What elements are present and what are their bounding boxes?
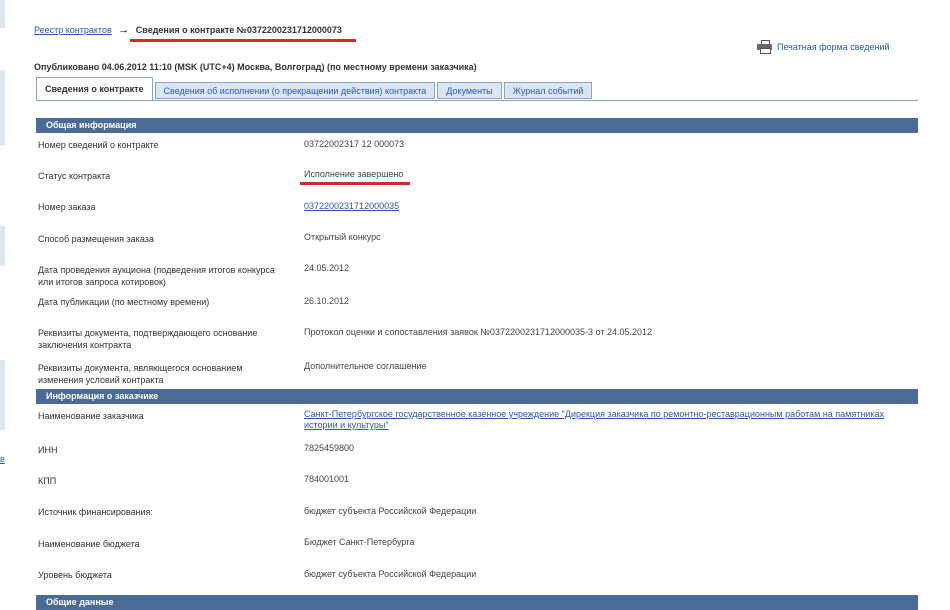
sidebar-cut-link[interactable]: в [0, 454, 5, 464]
highlight-underline-title [130, 39, 356, 42]
field-label-contract-number: Номер сведений о контракте [38, 140, 159, 150]
field-label-kpp: КПП [38, 476, 57, 486]
sidebar-block [0, 226, 5, 266]
field-label-change-document: Реквизиты документа, являющегося основан… [38, 363, 243, 385]
field-label-contract-status: Статус контракта [38, 171, 111, 181]
section-header-customer: Информация о заказчике [36, 389, 918, 404]
field-value-budget-level: бюджет субъекта Российской Федерации [304, 569, 477, 579]
field-value-inn: 7825459800 [304, 443, 355, 453]
field-value-auction-date: 24.05.2012 [304, 263, 350, 273]
order-number-link[interactable]: 0372200231712000035 [304, 201, 399, 211]
field-value-contract-number: 03722002317 12 000073 [304, 139, 405, 149]
field-label-budget-level: Уровень бюджета [38, 570, 112, 580]
field-label-placement-method: Способ размещения заказа [38, 234, 154, 244]
field-value-placement-method: Открытый конкурс [304, 232, 381, 242]
field-label-basis-document: Реквизиты документа, подтверждающего осн… [38, 328, 258, 350]
field-label-customer-name: Наименование заказчика [38, 411, 144, 421]
field-value-publication-date: 26.10.2012 [304, 296, 350, 306]
field-value-customer-name: Санкт-Петербургское государственное казе… [304, 409, 904, 431]
field-value-contract-status: Исполнение завершено [304, 169, 404, 179]
page-title: Сведения о контракте №037220023171200007… [135, 25, 342, 35]
left-sidebar-edge [0, 0, 5, 610]
field-label-order-number: Номер заказа [38, 202, 96, 212]
highlight-underline-status [300, 182, 410, 185]
customer-name-link[interactable]: Санкт-Петербургское государственное казе… [304, 409, 884, 430]
sidebar-block [0, 0, 5, 28]
field-value-funding-source: бюджет субъекта Российской Федерации [304, 506, 477, 516]
breadcrumb-contract-registry-link[interactable]: Реестр контрактов [34, 25, 112, 35]
tab-contract-info[interactable]: Сведения о контракте [36, 77, 153, 101]
sidebar-block [0, 70, 5, 146]
field-label-inn: ИНН [38, 445, 58, 455]
breadcrumb: Реестр контрактов → Сведения о контракте… [34, 24, 342, 36]
field-label-budget-name: Наименование бюджета [38, 539, 140, 549]
tab-event-log[interactable]: Журнал событий [503, 82, 593, 99]
print-form-button[interactable]: Печатная форма сведений [757, 40, 890, 54]
print-form-label: Печатная форма сведений [777, 41, 890, 52]
field-value-budget-name: Бюджет Санкт-Петербурга [304, 537, 415, 547]
tab-execution-info[interactable]: Сведения об исполнении (о прекращении де… [154, 82, 436, 99]
breadcrumb-arrow-icon: → [118, 24, 130, 36]
tab-documents[interactable]: Документы [437, 82, 502, 99]
printer-icon [757, 40, 772, 54]
field-label-auction-date: Дата проведения аукциона (подведения ито… [38, 265, 275, 287]
tab-bar: Сведения о контракте Сведения об исполне… [36, 77, 594, 101]
field-label-publication-date: Дата публикации (по местному времени) [38, 297, 210, 307]
tab-divider [36, 100, 918, 101]
field-value-kpp: 784001001 [304, 474, 350, 484]
section-header-common: Общие данные [36, 595, 918, 610]
field-value-basis-document: Протокол оценки и сопоставления заявок №… [304, 327, 653, 337]
field-label-funding-source: Источник финансирования: [38, 507, 153, 517]
field-value-change-document: Дополнительное соглашение [304, 361, 427, 371]
section-header-general: Общая информация [36, 118, 918, 133]
field-value-order-number: 0372200231712000035 [304, 201, 904, 212]
published-info: Опубликовано 04.06.2012 11:10 (MSK (UTC+… [34, 62, 477, 72]
sidebar-block [0, 360, 5, 430]
